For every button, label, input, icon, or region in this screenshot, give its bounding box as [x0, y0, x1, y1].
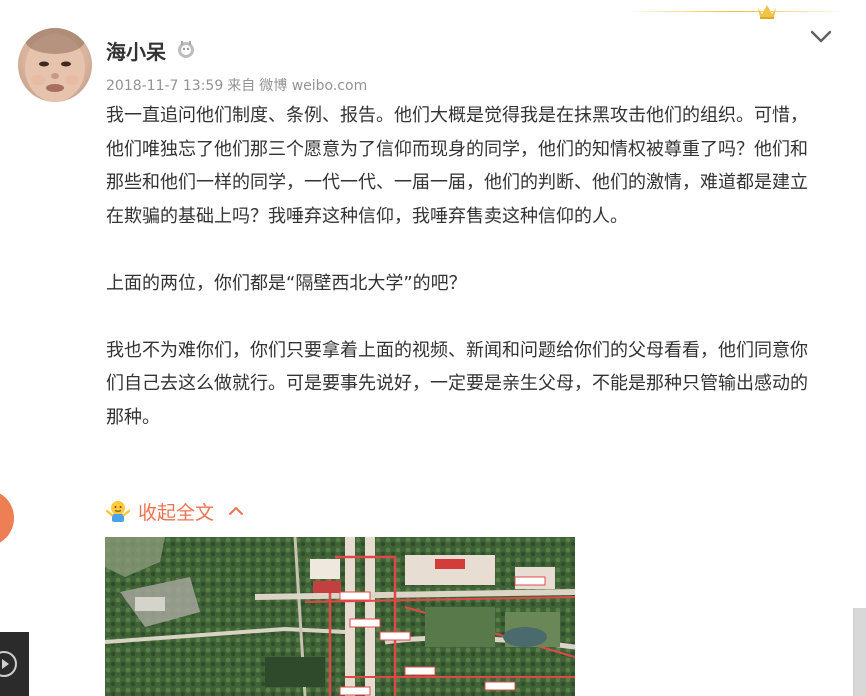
collapse-full-text-button[interactable]: 收起全文 — [106, 497, 244, 525]
post-timestamp[interactable]: 2018-11-7 13:59 — [106, 78, 223, 94]
post-image-aerial-map[interactable] — [105, 537, 575, 696]
post-paragraph: 我一直追问他们制度、条例、报告。他们大概是觉得我是在抹黑攻击他们的组织。可惜，他… — [106, 105, 808, 227]
player-widget[interactable] — [0, 632, 29, 696]
avatar[interactable] — [18, 28, 92, 102]
crown-decoration-line — [628, 11, 846, 12]
chevron-down-icon[interactable] — [808, 28, 834, 46]
user-badge-icon[interactable] — [176, 40, 196, 60]
floating-action-circle[interactable] — [0, 490, 14, 546]
post-source-prefix: 来自 — [227, 78, 256, 94]
collapse-label[interactable]: 收起全文 — [138, 498, 214, 525]
username[interactable]: 海小呆 — [106, 36, 166, 65]
scrollbar[interactable] — [853, 608, 866, 696]
post-paragraph: 上面的两位，你们都是“隔壁西北大学”的吧？ — [106, 272, 467, 294]
post-content: 我一直追问他们制度、条例、报告。他们大概是觉得我是在抹黑攻击他们的组织。可惜，他… — [106, 99, 824, 434]
chevron-up-icon[interactable] — [228, 506, 244, 516]
post-meta: 2018-11-7 13:59 来自 微博 weibo.com — [106, 75, 371, 95]
crown-icon — [758, 5, 776, 19]
weibo-post-page: 海小呆 2018-11-7 13:59 来自 微博 weibo.com 我一直追问他… — [0, 0, 866, 696]
post-paragraph: 我也不为难你们，你们只要拿着上面的视频、新闻和问题给你们的父母看看，他们同意你们… — [106, 339, 808, 428]
post-source[interactable]: 微博 weibo.com — [259, 78, 367, 94]
shrug-emoji-icon — [106, 501, 130, 522]
